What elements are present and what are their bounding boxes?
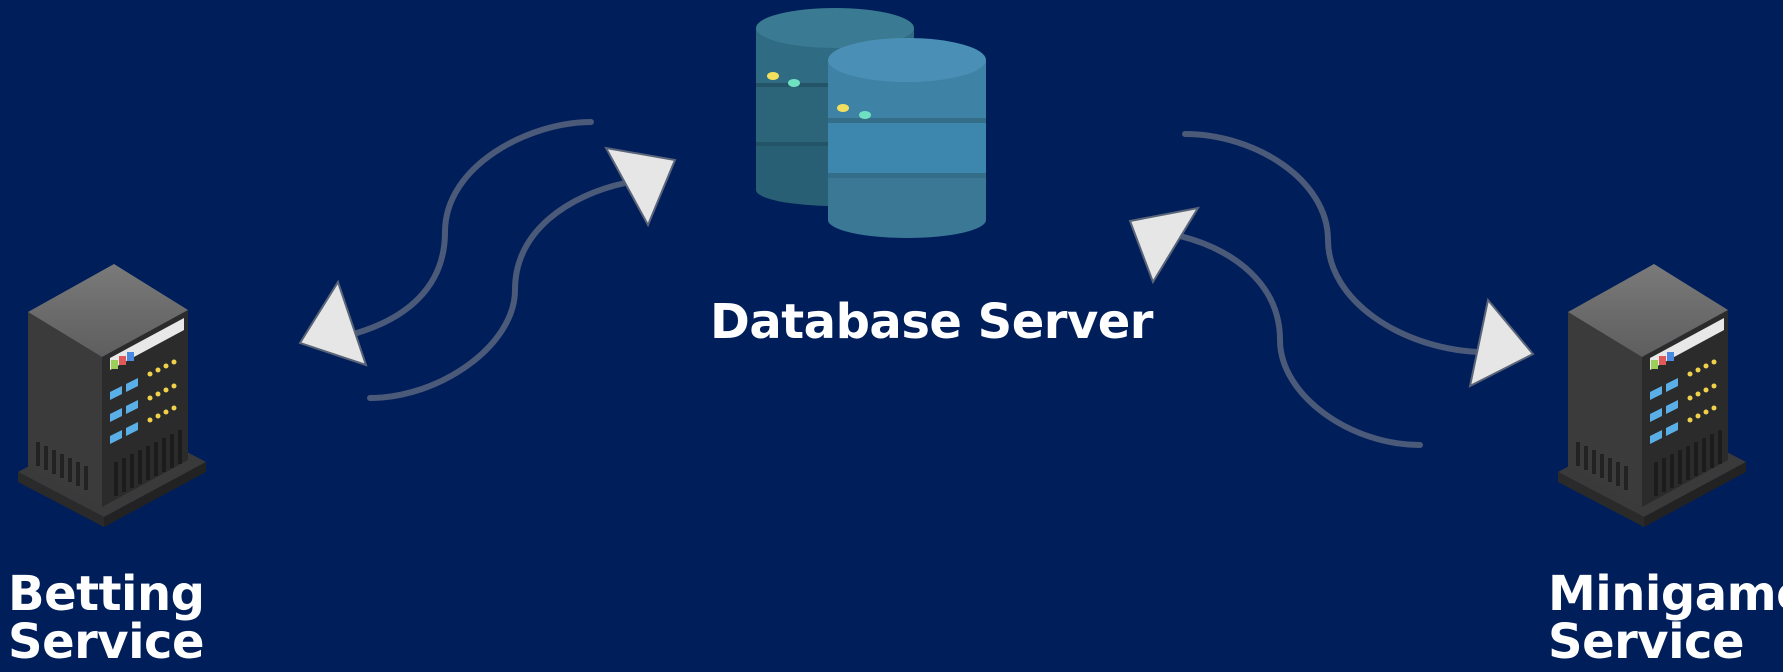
betting-service-label: Betting Service — [8, 570, 205, 666]
arrowhead-betting-incoming — [298, 279, 368, 367]
database-icon — [756, 8, 986, 238]
betting-service-label-line1: Betting — [8, 566, 205, 622]
arrowhead-minigame-incoming — [1468, 297, 1535, 388]
connector-minigame-to-database — [1128, 206, 1423, 448]
database-server-label: Database Server — [710, 294, 1153, 350]
server-icon — [18, 264, 206, 527]
server-icon — [1558, 264, 1746, 527]
arrowhead-database-incoming-right — [1128, 206, 1201, 285]
minigame-service-label-line1: Minigame — [1548, 566, 1783, 622]
database-cylinder-front — [828, 38, 986, 238]
betting-service-label-line2: Service — [8, 614, 205, 670]
diagram-canvas: Database Server Betting Service Minigame… — [0, 0, 1783, 672]
minigame-service-label-line2: Service — [1548, 614, 1745, 670]
connector-database-to-betting — [298, 119, 594, 367]
connector-betting-to-database — [367, 146, 677, 401]
minigame-service-label: Minigame Service — [1548, 570, 1783, 666]
